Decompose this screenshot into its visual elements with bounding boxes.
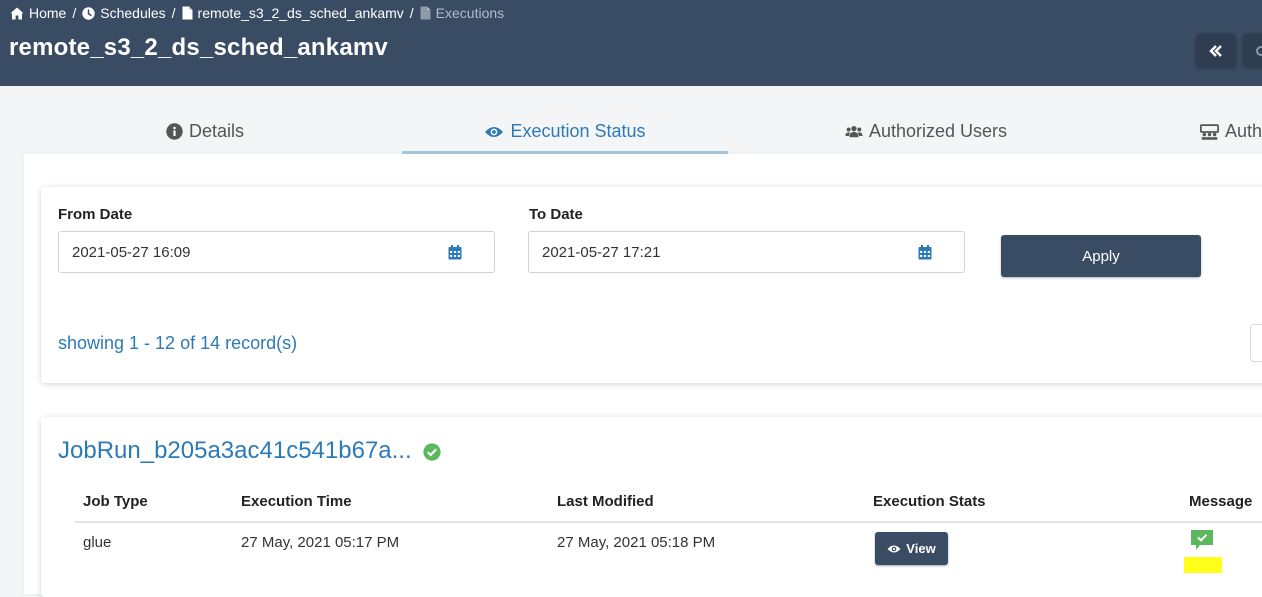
breadcrumb-home-label: Home xyxy=(29,5,67,21)
breadcrumb-separator: / xyxy=(409,5,414,21)
info-circle-icon xyxy=(166,123,183,140)
breadcrumb-schedules[interactable]: Schedules xyxy=(82,5,166,21)
column-header-execution-stats: Execution Stats xyxy=(873,493,986,510)
cell-last-modified: 27 May, 2021 05:18 PM xyxy=(557,534,716,551)
partial-icon xyxy=(1256,45,1262,56)
message-check-icon[interactable] xyxy=(1190,529,1214,556)
file-icon xyxy=(420,6,431,20)
breadcrumb-executions-label: Executions xyxy=(435,5,505,21)
tab-details-label: Details xyxy=(188,121,245,141)
pagination-control[interactable] xyxy=(1250,324,1262,362)
to-date-value: 2021-05-27 17:21 xyxy=(542,244,661,261)
to-date-label: To Date xyxy=(529,206,583,223)
view-stats-label: View xyxy=(906,541,936,556)
view-stats-button[interactable]: View xyxy=(875,532,948,565)
tab-bar: Details Execution Status Authorized User… xyxy=(0,112,1262,154)
tab-execution-status[interactable]: Execution Status xyxy=(402,112,728,154)
collapse-button[interactable] xyxy=(1196,34,1236,67)
breadcrumb: Home / Schedules / remote_s3_2_ds_sched_… xyxy=(10,4,504,22)
home-icon xyxy=(10,7,24,19)
clock-icon xyxy=(82,6,95,20)
yellow-highlight-mark xyxy=(1184,557,1222,573)
job-run-title[interactable]: JobRun_b205a3ac41c541b67a... xyxy=(58,437,412,465)
calendar-icon[interactable] xyxy=(918,245,932,265)
users-icon xyxy=(845,126,863,138)
tab-authorized-users[interactable]: Authorized Users xyxy=(845,112,1007,151)
breadcrumb-separator: / xyxy=(72,5,77,21)
breadcrumb-schedule-name-label: remote_s3_2_ds_sched_ankamv xyxy=(197,5,404,21)
tab-auth[interactable]: Auth xyxy=(1200,112,1262,151)
column-header-last-modified: Last Modified xyxy=(557,493,654,510)
eye-icon xyxy=(887,545,901,552)
from-date-label: From Date xyxy=(58,206,133,223)
users-group-icon xyxy=(1200,123,1219,140)
cell-execution-time: 27 May, 2021 05:17 PM xyxy=(241,534,400,551)
eye-icon xyxy=(485,126,504,137)
breadcrumb-separator: / xyxy=(171,5,176,21)
from-date-value: 2021-05-27 16:09 xyxy=(72,244,191,261)
page-title: remote_s3_2_ds_sched_ankamv xyxy=(9,34,388,61)
apply-button[interactable]: Apply xyxy=(1001,235,1201,277)
column-header-job-type: Job Type xyxy=(83,493,148,510)
header-action-button[interactable] xyxy=(1243,34,1262,67)
tab-auth-label: Auth xyxy=(1224,121,1262,141)
column-header-message: Message xyxy=(1189,493,1253,510)
cell-job-type: glue xyxy=(83,534,112,551)
double-chevron-left-icon xyxy=(1209,44,1222,57)
breadcrumb-schedules-label: Schedules xyxy=(100,5,166,21)
breadcrumb-schedule-name[interactable]: remote_s3_2_ds_sched_ankamv xyxy=(182,5,404,21)
breadcrumb-executions: Executions xyxy=(420,5,504,21)
to-date-input[interactable]: 2021-05-27 17:21 xyxy=(528,231,965,273)
table-header-divider xyxy=(75,521,1262,523)
tab-details[interactable]: Details xyxy=(165,112,245,151)
records-summary: showing 1 - 12 of 14 record(s) xyxy=(58,333,298,353)
file-icon xyxy=(182,6,193,20)
success-check-icon xyxy=(423,443,441,466)
page-header: Home / Schedules / remote_s3_2_ds_sched_… xyxy=(0,0,1262,86)
breadcrumb-home[interactable]: Home xyxy=(10,5,66,21)
tab-authorized-users-label: Authorized Users xyxy=(868,121,1007,141)
tab-execution-status-label: Execution Status xyxy=(510,121,646,141)
calendar-icon[interactable] xyxy=(448,245,462,265)
column-header-execution-time: Execution Time xyxy=(241,493,352,510)
from-date-input[interactable]: 2021-05-27 16:09 xyxy=(58,231,495,273)
